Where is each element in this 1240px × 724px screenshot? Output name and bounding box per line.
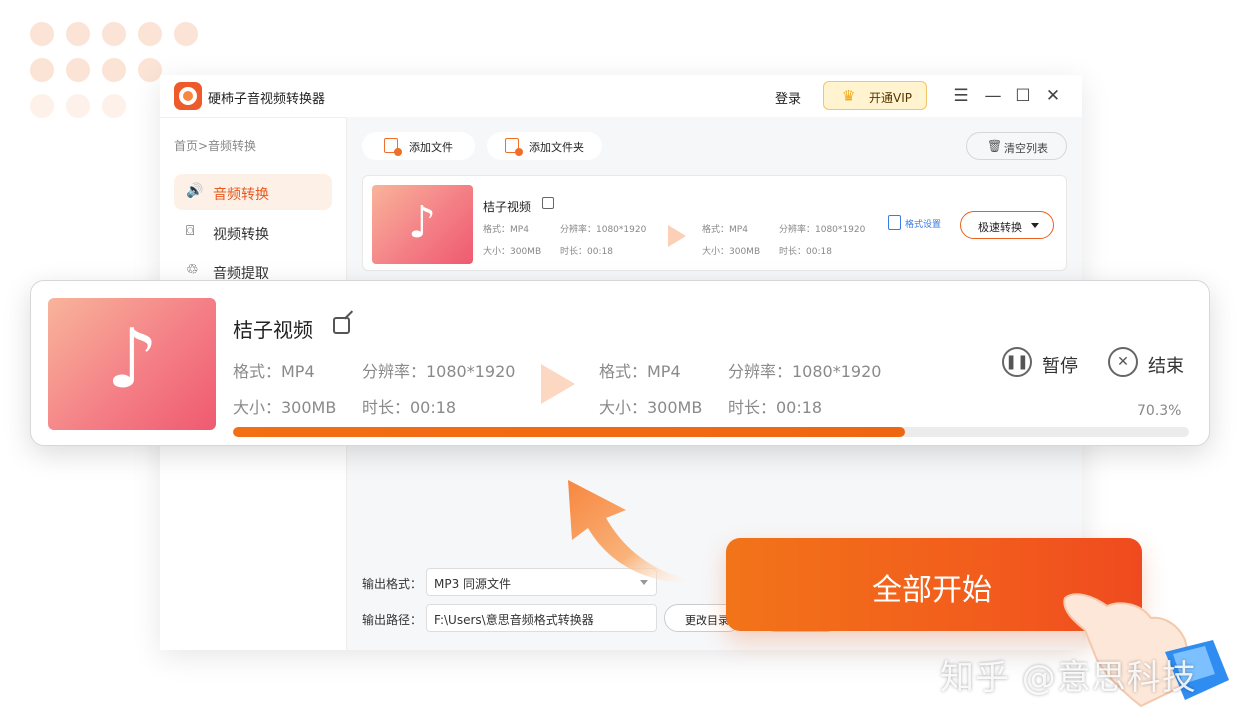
extract-icon: ♲: [186, 262, 199, 278]
minimize-icon[interactable]: —: [982, 85, 1004, 107]
target-format: 格式：MP4: [702, 225, 748, 235]
source-duration: 时长：00:18: [362, 398, 457, 417]
output-path-label: 输出路径：: [362, 613, 423, 627]
sidebar-item-audio-convert[interactable]: 🔊 音频转换: [174, 174, 332, 210]
add-file-button[interactable]: 添加文件: [362, 132, 475, 160]
pause-button[interactable]: ❚❚ 暂停: [1002, 347, 1092, 381]
output-format-value: MP3 同源文件: [434, 577, 512, 591]
login-link[interactable]: 登录: [775, 88, 801, 107]
convert-arrow-icon: [668, 225, 686, 247]
music-note-icon: ♪: [408, 197, 437, 248]
caret-down-icon: [1031, 223, 1039, 228]
app-title: 硬柿子音视频转换器: [208, 92, 326, 107]
speaker-icon: 🔊: [186, 183, 204, 199]
start-all-label: 全部开始: [872, 573, 992, 608]
progress-percent: 70.3%: [1137, 403, 1182, 419]
pause-label: 暂停: [1042, 356, 1078, 377]
open-vip-button[interactable]: ♛ 开通VIP: [823, 81, 927, 110]
stop-label: 结束: [1148, 356, 1184, 377]
vip-label: 开通VIP: [869, 91, 912, 105]
add-folder-button[interactable]: 添加文件夹: [487, 132, 602, 160]
window-controls: ☰ — ☐ ✕: [950, 85, 1070, 107]
conversion-progress-card: ♪ 桔子视频 格式：MP4 分辨率：1080*1920 大小：300MB 时长：…: [30, 280, 1210, 446]
target-size: 大小：300MB: [702, 247, 761, 257]
source-format: 格式：MP4: [233, 362, 315, 381]
stop-button[interactable]: ✕ 结束: [1108, 347, 1198, 381]
trash-icon: 🗑: [987, 139, 1003, 153]
curved-arrow-icon: [568, 480, 698, 583]
sidebar-item-video-convert[interactable]: ⌼ 视频转换: [174, 214, 332, 250]
add-file-label: 添加文件: [409, 141, 453, 154]
edit-name-icon[interactable]: [542, 197, 554, 209]
target-format: 格式：MP4: [599, 362, 681, 381]
target-duration: 时长：00:18: [779, 247, 832, 257]
target-resolution: 分辨率：1080*1920: [779, 225, 866, 235]
breadcrumb: 首页>音频转换: [174, 139, 257, 153]
file-card: ♪ 桔子视频 格式：MP4 分辨率：1080*1920 大小：300MB 时长：…: [362, 175, 1067, 271]
output-path-value: F:\Users\意思音频格式转换器: [434, 613, 594, 627]
change-directory-label: 更改目录: [685, 614, 729, 627]
menu-icon[interactable]: ☰: [950, 85, 972, 107]
title-bar: 硬柿子音视频转换器 登录 ♛ 开通VIP ☰ — ☐ ✕: [160, 75, 1082, 118]
camera-icon: ⌼: [186, 223, 195, 239]
maximize-icon[interactable]: ☐: [1012, 85, 1034, 107]
progress-thumbnail: ♪: [48, 298, 216, 430]
file-name: 桔子视频: [483, 200, 532, 214]
source-duration: 时长：00:18: [560, 247, 613, 257]
source-size: 大小：300MB: [483, 247, 542, 257]
settings-doc-icon: [888, 215, 901, 230]
edit-name-icon[interactable]: [333, 317, 350, 334]
add-folder-label: 添加文件夹: [529, 141, 584, 154]
source-size: 大小：300MB: [233, 398, 337, 417]
clear-list-label: 清空列表: [1004, 142, 1048, 155]
crown-icon: ♛: [842, 87, 856, 105]
convert-arrow-icon: [541, 364, 575, 404]
music-note-icon: ♪: [106, 312, 159, 407]
app-logo-icon: [174, 82, 202, 110]
add-file-icon: [384, 138, 402, 156]
fast-convert-dropdown[interactable]: 极速转换: [960, 211, 1054, 239]
file-thumbnail: ♪: [372, 185, 473, 264]
close-icon[interactable]: ✕: [1042, 85, 1064, 107]
pause-icon: ❚❚: [1002, 347, 1032, 377]
progress-file-name: 桔子视频: [233, 318, 313, 342]
format-settings-label: 格式设置: [905, 220, 942, 230]
add-folder-icon: [505, 138, 523, 156]
watermark: 知乎 @意思科技: [940, 658, 1197, 698]
sidebar-item-label: 音频转换: [213, 187, 269, 203]
output-format-label: 输出格式：: [362, 577, 423, 591]
target-size: 大小：300MB: [599, 398, 703, 417]
close-circle-icon: ✕: [1108, 347, 1138, 377]
source-resolution: 分辨率：1080*1920: [560, 225, 647, 235]
sidebar-item-label: 视频转换: [213, 227, 269, 243]
clear-list-button[interactable]: 🗑 清空列表: [966, 132, 1067, 160]
source-resolution: 分辨率：1080*1920: [362, 362, 516, 381]
progress-bar-fill: [233, 427, 906, 437]
target-duration: 时长：00:18: [728, 398, 823, 417]
target-resolution: 分辨率：1080*1920: [728, 362, 882, 381]
fast-convert-label: 极速转换: [978, 221, 1022, 234]
source-format: 格式：MP4: [483, 225, 529, 235]
progress-bar: [233, 427, 1189, 437]
